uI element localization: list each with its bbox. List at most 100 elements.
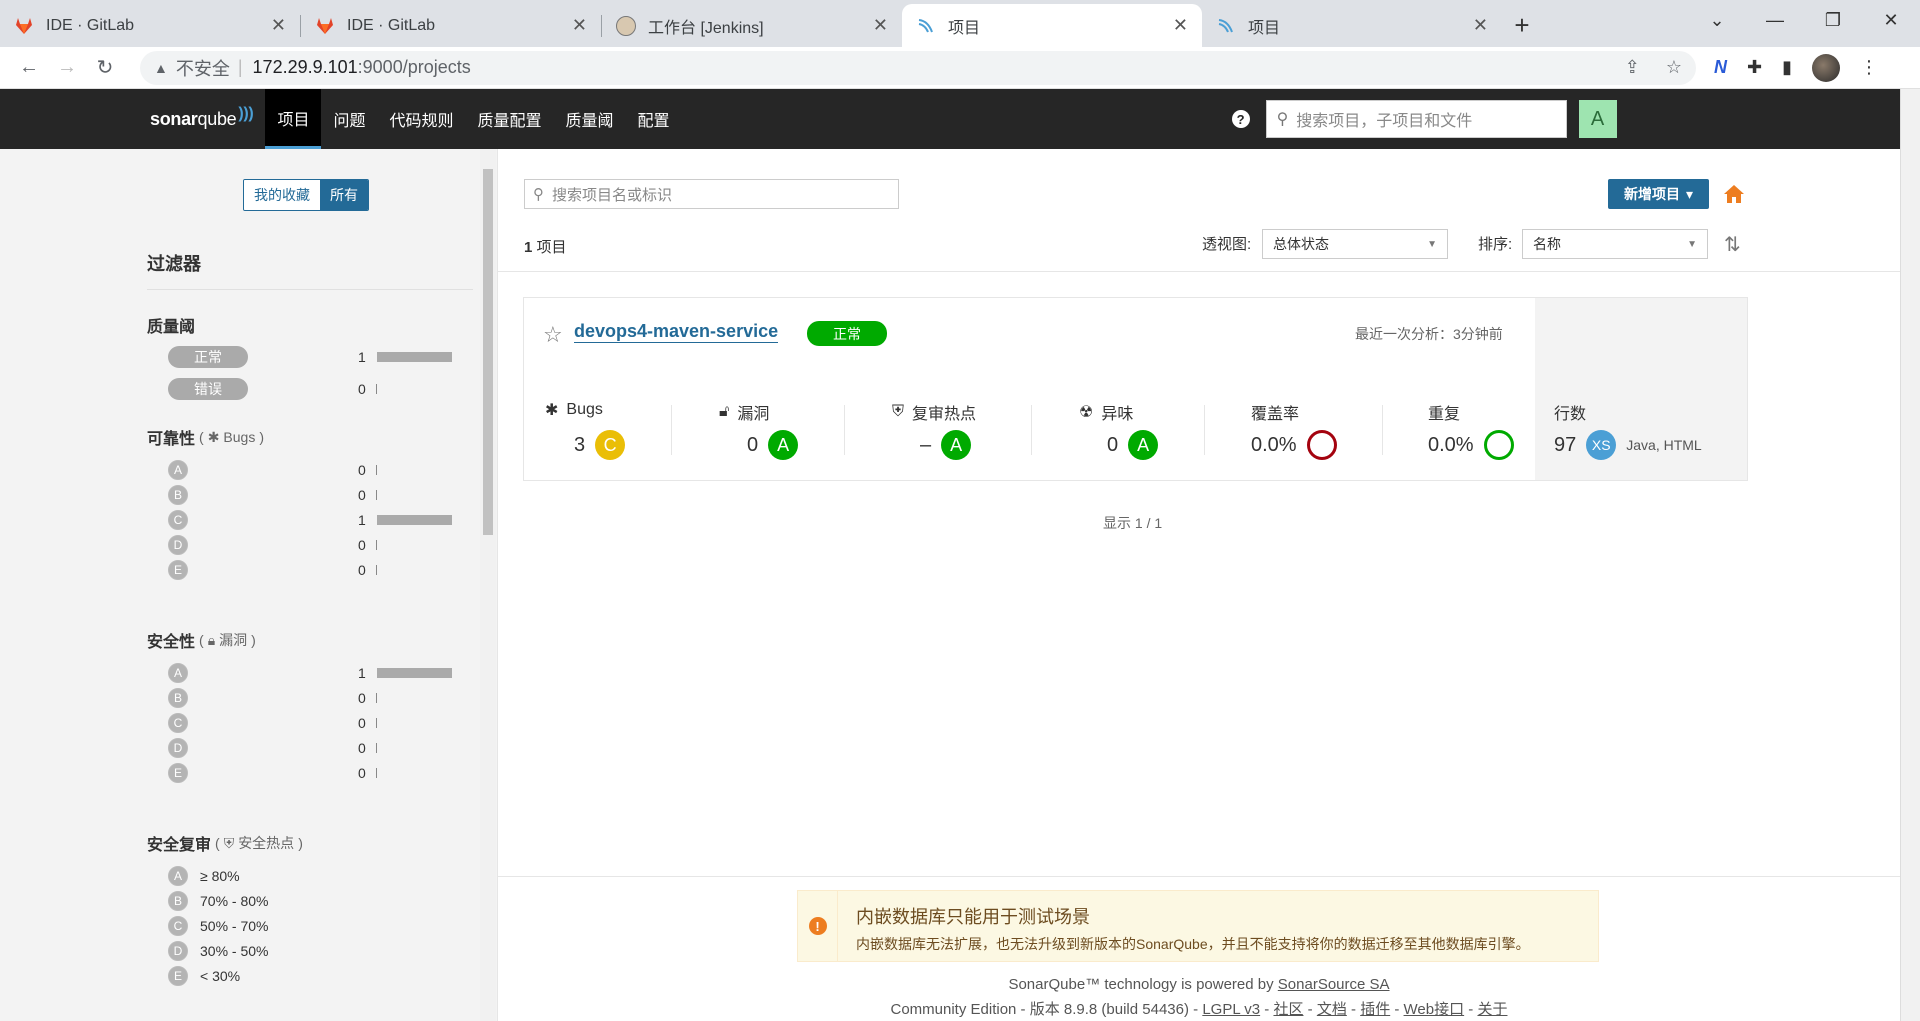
- last-analysis: 最近一次分析：3分钟前: [1355, 326, 1503, 342]
- star-icon[interactable]: ☆: [543, 322, 563, 348]
- nav-rules[interactable]: 代码规则: [378, 89, 466, 149]
- close-icon[interactable]: ✕: [1473, 15, 1488, 36]
- duplications-label[interactable]: 重复: [1428, 400, 1460, 424]
- all-button[interactable]: 所有: [320, 180, 368, 210]
- browser-tab-4[interactable]: 项目 ✕: [902, 4, 1202, 47]
- global-search-input[interactable]: ⚲ 搜索项目，子项目和文件: [1265, 100, 1567, 138]
- nav-projects[interactable]: 项目: [265, 89, 322, 149]
- side-panel-icon[interactable]: ▮: [1782, 57, 1792, 78]
- favorites-toggle: 我的收藏 所有: [243, 179, 369, 211]
- help-icon[interactable]: ?: [1231, 110, 1250, 128]
- rating-circle: C: [168, 916, 188, 936]
- tab-search-icon[interactable]: ⌄: [1688, 10, 1746, 31]
- extensions-puzzle-icon[interactable]: ✚: [1747, 57, 1762, 78]
- lines-value[interactable]: 97 XS Java, HTML: [1554, 430, 1702, 460]
- sonarsource-link[interactable]: SonarSource SA: [1278, 976, 1390, 993]
- facet-row-d[interactable]: D0: [168, 736, 458, 760]
- project-search-input[interactable]: ⚲ 搜索项目名或标识: [524, 179, 899, 209]
- url-field[interactable]: ▲ 不安全 | 172.29.9.101:9000/projects ⇪ ☆: [140, 50, 1696, 85]
- code-smells-value[interactable]: 0A: [1107, 430, 1159, 460]
- user-avatar[interactable]: A: [1578, 100, 1617, 138]
- nav-issues[interactable]: 问题: [321, 89, 377, 149]
- size-badge: XS: [1586, 430, 1617, 460]
- facet-row-b[interactable]: B0: [168, 686, 458, 710]
- minimize-icon[interactable]: —: [1746, 10, 1804, 31]
- plugins-link[interactable]: 插件: [1360, 1001, 1390, 1018]
- nav-quality-gates[interactable]: 质量阈: [554, 89, 626, 149]
- close-icon[interactable]: ✕: [271, 15, 286, 36]
- close-window-icon[interactable]: ✕: [1862, 10, 1920, 31]
- favorites-button[interactable]: 我的收藏: [244, 180, 320, 210]
- share-icon[interactable]: ⇪: [1625, 57, 1640, 78]
- nav-administration[interactable]: 配置: [626, 89, 682, 149]
- restore-icon[interactable]: ❐: [1804, 10, 1862, 31]
- range-label: 70% - 80%: [200, 893, 269, 909]
- facet-row-c[interactable]: C0: [168, 711, 458, 735]
- facet-row-e[interactable]: E < 30%: [168, 964, 458, 988]
- docs-link[interactable]: 文档: [1317, 1001, 1347, 1018]
- license-link[interactable]: LGPL v3: [1202, 1001, 1260, 1018]
- coverage-value[interactable]: 0.0%: [1251, 430, 1337, 460]
- new-tab-button[interactable]: +: [1502, 4, 1542, 47]
- facet-row-e[interactable]: E0: [168, 558, 458, 582]
- facet-quality-gate-title[interactable]: 质量阈: [147, 313, 195, 337]
- sonarqube-logo[interactable]: sonar qube))): [150, 105, 254, 130]
- nav-quality-profiles[interactable]: 质量配置: [466, 89, 554, 149]
- sort-select[interactable]: 名称 ▼: [1522, 229, 1708, 259]
- vulnerabilities-label[interactable]: 🔓︎ 漏洞: [719, 400, 769, 424]
- back-icon[interactable]: ←: [10, 56, 48, 79]
- sort-order-icon[interactable]: ⇅: [1724, 232, 1741, 257]
- facet-reliability-title[interactable]: 可靠性 ( ✱ Bugs ): [147, 425, 264, 449]
- bugs-label[interactable]: ✱ Bugs: [545, 400, 603, 420]
- community-link[interactable]: 社区: [1273, 1001, 1303, 1018]
- close-icon[interactable]: ✕: [572, 15, 587, 36]
- facet-row-b[interactable]: B0: [168, 483, 458, 507]
- facet-bar: [377, 668, 452, 678]
- vulnerabilities-value[interactable]: 0A: [747, 430, 799, 460]
- coverage-label[interactable]: 覆盖率: [1251, 400, 1299, 424]
- facet-row-a[interactable]: A1: [168, 661, 458, 685]
- scrollbar-thumb[interactable]: [483, 169, 493, 535]
- sidebar-scrollbar[interactable]: [480, 149, 496, 1021]
- new-project-button[interactable]: 新增项目 ▾: [1608, 179, 1709, 209]
- facet-row-c[interactable]: C 50% - 70%: [168, 914, 458, 938]
- duplications-value[interactable]: 0.0%: [1428, 430, 1514, 460]
- forward-icon[interactable]: →: [48, 56, 86, 79]
- project-name-link[interactable]: devops4-maven-service: [574, 321, 779, 343]
- close-icon[interactable]: ✕: [1173, 15, 1188, 36]
- caret-down-icon: ▼: [1427, 238, 1437, 250]
- browser-tab-2[interactable]: IDE · GitLab ✕: [301, 4, 601, 47]
- web-api-link[interactable]: Web接口: [1404, 1001, 1465, 1018]
- facet-security-review-title[interactable]: 安全复审 ( ⛨ 安全热点 ): [147, 831, 303, 855]
- facet-row-d[interactable]: D 30% - 50%: [168, 939, 458, 963]
- browser-tab-1[interactable]: IDE · GitLab ✕: [0, 4, 300, 47]
- facet-row-c[interactable]: C1: [168, 508, 458, 532]
- facet-row-e[interactable]: E0: [168, 761, 458, 785]
- facet-row-a[interactable]: A ≥ 80%: [168, 864, 458, 888]
- facet-row-qg-error[interactable]: 错误 0: [168, 377, 458, 401]
- facet-row-b[interactable]: B 70% - 80%: [168, 889, 458, 913]
- home-icon[interactable]: [1722, 182, 1746, 206]
- quality-gate-badge[interactable]: 正常: [807, 321, 887, 346]
- profile-avatar[interactable]: [1812, 53, 1840, 82]
- perspective-select[interactable]: 总体状态 ▼: [1262, 229, 1448, 259]
- menu-dots-icon[interactable]: ⋮: [1860, 57, 1878, 78]
- extension-n-icon[interactable]: N: [1714, 57, 1727, 78]
- facet-security-title[interactable]: 安全性 ( 🔒︎ 漏洞 ): [147, 628, 256, 652]
- hotspots-label[interactable]: ⛨ 复审热点: [892, 400, 976, 424]
- page-scrollbar[interactable]: [1900, 89, 1920, 1021]
- facet-row-qg-ok[interactable]: 正常 1: [168, 345, 458, 369]
- warning-icon[interactable]: ▲: [154, 60, 168, 76]
- facet-row-a[interactable]: A0: [168, 458, 458, 482]
- reload-icon[interactable]: ↻: [86, 55, 124, 80]
- about-link[interactable]: 关于: [1477, 1001, 1507, 1018]
- code-smells-label[interactable]: ☢ 异味: [1079, 400, 1133, 424]
- bugs-value[interactable]: 3C: [574, 430, 626, 460]
- bookmark-star-icon[interactable]: ☆: [1666, 57, 1682, 78]
- perspective-label: 透视图:: [1202, 236, 1252, 253]
- hotspots-value[interactable]: – A: [920, 430, 972, 460]
- browser-tab-5[interactable]: 项目 ✕: [1202, 4, 1502, 47]
- browser-tab-3[interactable]: 工作台 [Jenkins] ✕: [602, 4, 902, 47]
- facet-row-d[interactable]: D0: [168, 533, 458, 557]
- close-icon[interactable]: ✕: [873, 15, 888, 36]
